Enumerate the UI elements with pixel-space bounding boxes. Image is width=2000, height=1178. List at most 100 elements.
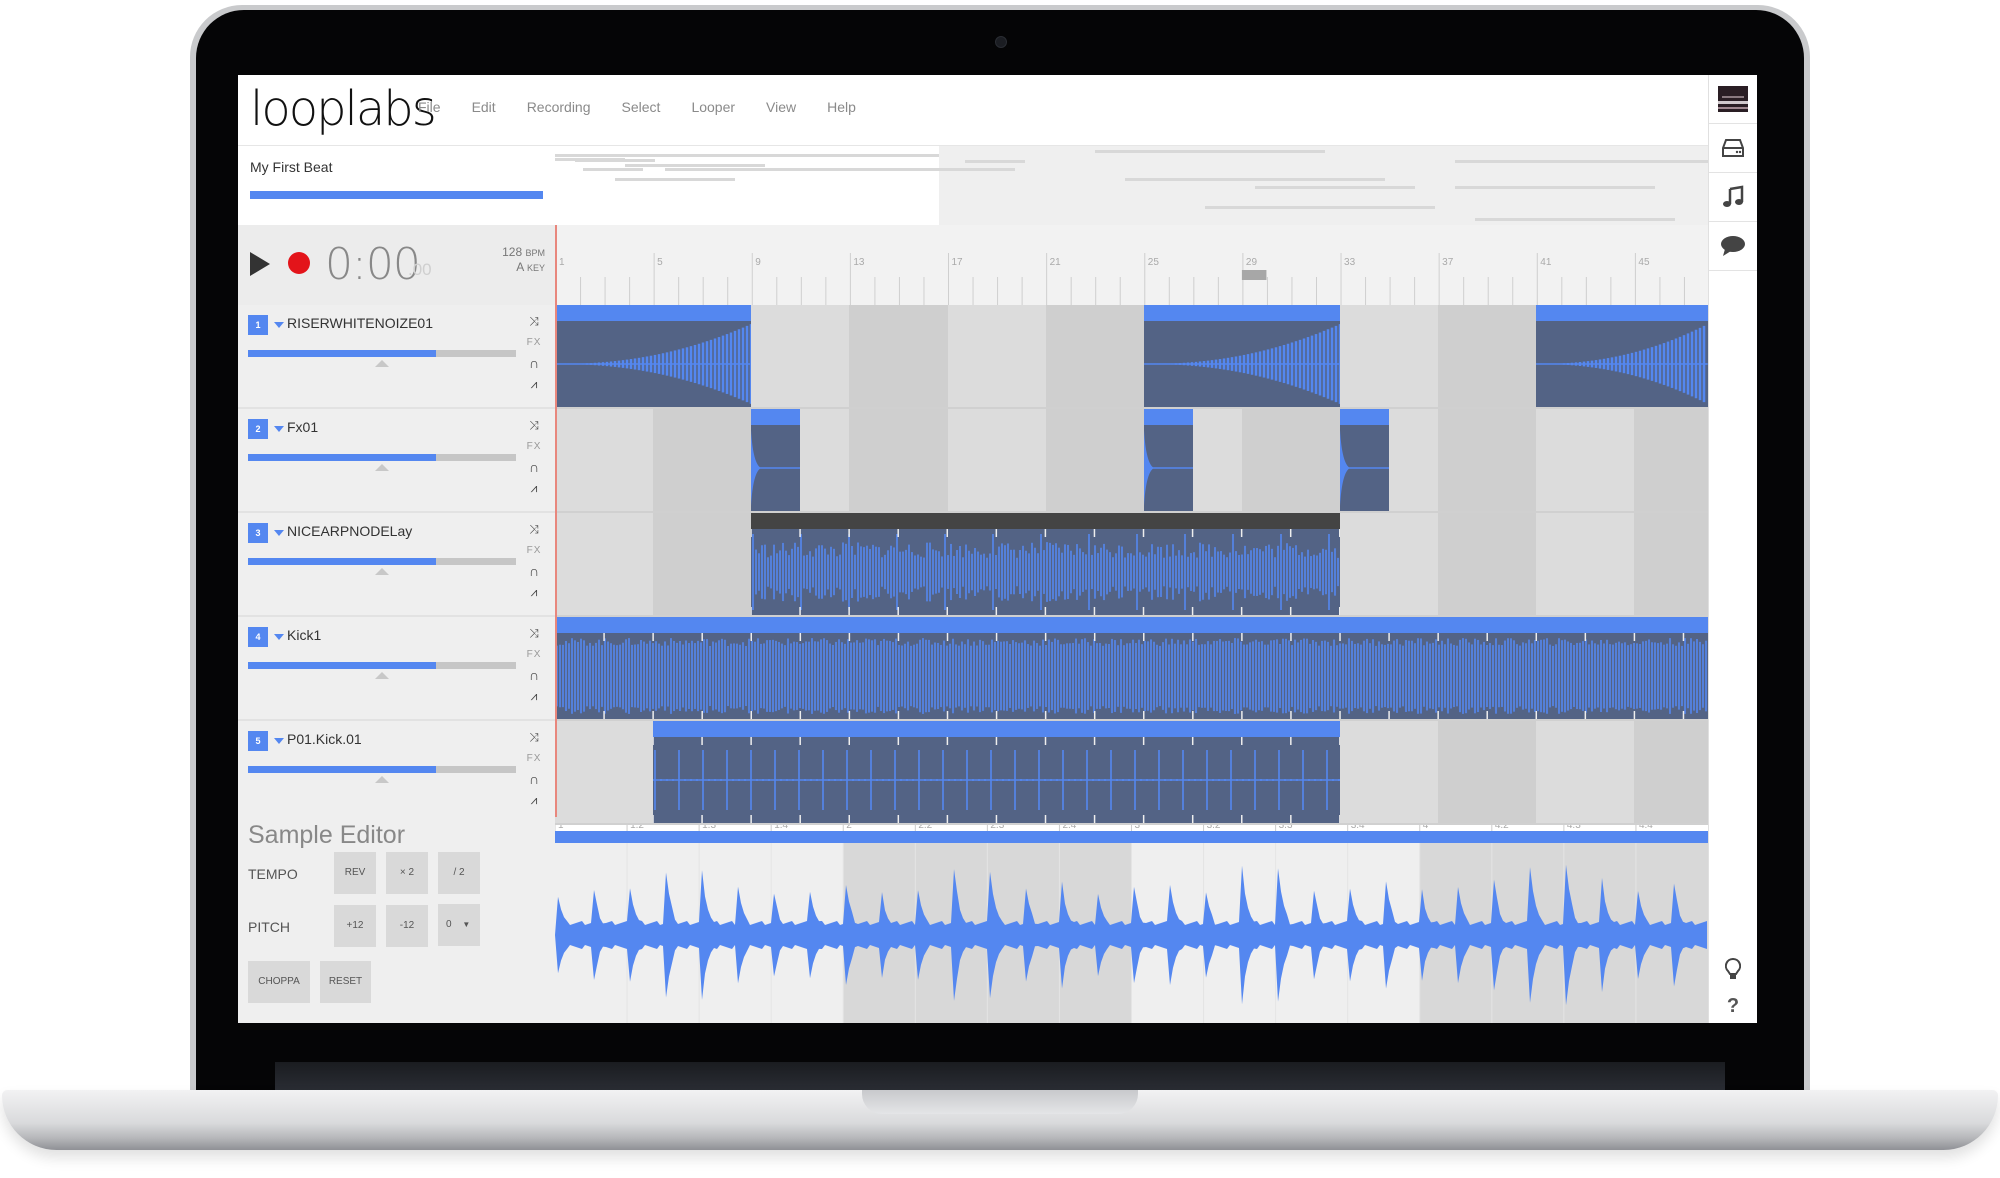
headphones-icon[interactable]: ∩ bbox=[521, 457, 547, 478]
storage-button[interactable] bbox=[1709, 124, 1757, 173]
automation-icon[interactable]: ⩘ bbox=[521, 478, 547, 499]
clip-header[interactable] bbox=[1143, 305, 1341, 321]
help-icon[interactable]: ? bbox=[1709, 995, 1757, 1023]
automation-icon[interactable]: ⩘ bbox=[521, 582, 547, 603]
track-number[interactable]: 3 bbox=[248, 523, 268, 543]
pitch-up-button[interactable]: +12 bbox=[334, 905, 376, 947]
shuffle-icon[interactable]: ⤨ bbox=[521, 727, 547, 748]
clip-header[interactable] bbox=[1143, 409, 1193, 425]
track-lane[interactable] bbox=[555, 513, 1708, 617]
audio-clip[interactable] bbox=[653, 721, 1341, 823]
shuffle-icon[interactable]: ⤨ bbox=[521, 311, 547, 332]
fx-button[interactable]: FX bbox=[521, 332, 547, 353]
audio-clip[interactable] bbox=[1340, 409, 1390, 511]
clip-header[interactable] bbox=[751, 513, 1341, 529]
track-name[interactable]: Fx01 bbox=[287, 419, 318, 435]
timeline-ruler[interactable]: 1 5 9 13 17 21 25 29 33 37 41 45 bbox=[555, 225, 1710, 305]
arrangement-overview[interactable] bbox=[555, 145, 1755, 226]
volume-slider[interactable] bbox=[248, 350, 516, 357]
track-name[interactable]: P01.Kick.01 bbox=[287, 731, 362, 747]
reverse-button[interactable]: REV bbox=[334, 852, 376, 894]
pan-handle[interactable] bbox=[375, 672, 389, 679]
clip-header[interactable] bbox=[1340, 409, 1390, 425]
track-number[interactable]: 2 bbox=[248, 419, 268, 439]
clip-header[interactable] bbox=[555, 617, 1708, 633]
shuffle-icon[interactable]: ⤨ bbox=[521, 415, 547, 436]
clip-header[interactable] bbox=[653, 721, 1341, 737]
shuffle-icon[interactable]: ⤨ bbox=[521, 519, 547, 540]
fx-button[interactable]: FX bbox=[521, 540, 547, 561]
chevron-down-icon[interactable] bbox=[274, 738, 284, 744]
pitch-down-button[interactable]: -12 bbox=[386, 905, 428, 947]
headphones-icon[interactable]: ∩ bbox=[521, 769, 547, 790]
tips-button[interactable] bbox=[1709, 955, 1757, 983]
headphones-icon[interactable]: ∩ bbox=[521, 353, 547, 374]
volume-slider[interactable] bbox=[248, 766, 516, 773]
track-number[interactable]: 5 bbox=[248, 731, 268, 751]
menu-help[interactable]: Help bbox=[827, 99, 856, 115]
volume-fill bbox=[248, 766, 436, 773]
audio-clip[interactable] bbox=[1536, 305, 1708, 407]
headphones-icon[interactable]: ∩ bbox=[521, 665, 547, 686]
chat-button[interactable] bbox=[1709, 222, 1757, 271]
automation-icon[interactable]: ⩘ bbox=[521, 790, 547, 811]
audio-clip[interactable] bbox=[555, 305, 752, 407]
half-tempo-button[interactable]: / 2 bbox=[438, 852, 480, 894]
track-lane[interactable] bbox=[555, 305, 1708, 409]
project-name[interactable]: My First Beat bbox=[250, 159, 332, 175]
track-number[interactable]: 4 bbox=[248, 627, 268, 647]
music-library-button[interactable] bbox=[1709, 173, 1757, 222]
pitch-select[interactable]: 0 ▼ bbox=[438, 904, 480, 946]
audio-clip[interactable] bbox=[1143, 409, 1193, 511]
menu-file[interactable]: File bbox=[418, 99, 441, 115]
track-name[interactable]: NICEARPNODELay bbox=[287, 523, 412, 539]
choppa-button[interactable]: CHOPPA bbox=[248, 961, 310, 1003]
audio-clip[interactable] bbox=[751, 409, 801, 511]
clip-header[interactable] bbox=[555, 305, 752, 321]
chevron-down-icon[interactable] bbox=[274, 530, 284, 536]
menu-select[interactable]: Select bbox=[622, 99, 661, 115]
fx-button[interactable]: FX bbox=[521, 748, 547, 769]
reset-button[interactable]: RESET bbox=[320, 961, 371, 1003]
track-lane[interactable] bbox=[555, 617, 1708, 721]
pan-handle[interactable] bbox=[375, 464, 389, 471]
pan-handle[interactable] bbox=[375, 360, 389, 367]
pan-handle[interactable] bbox=[375, 776, 389, 783]
fx-button[interactable]: FX bbox=[521, 436, 547, 457]
track-lane[interactable] bbox=[555, 409, 1708, 513]
track-name[interactable]: RISERWHITENOIZE01 bbox=[287, 315, 433, 331]
volume-slider[interactable] bbox=[248, 662, 516, 669]
menu-edit[interactable]: Edit bbox=[472, 99, 496, 115]
fx-button[interactable]: FX bbox=[521, 644, 547, 665]
volume-slider[interactable] bbox=[248, 454, 516, 461]
automation-icon[interactable]: ⩘ bbox=[521, 374, 547, 395]
clip-header[interactable] bbox=[751, 409, 801, 425]
play-icon[interactable] bbox=[250, 252, 270, 276]
menu-recording[interactable]: Recording bbox=[527, 99, 591, 115]
menu-looper[interactable]: Looper bbox=[691, 99, 735, 115]
shuffle-icon[interactable]: ⤨ bbox=[521, 623, 547, 644]
track-lane[interactable] bbox=[555, 721, 1708, 825]
track-number[interactable]: 1 bbox=[248, 315, 268, 335]
volume-slider[interactable] bbox=[248, 558, 516, 565]
tempo-key-display[interactable]: 128 BPM A KEY bbox=[502, 245, 545, 275]
record-icon[interactable] bbox=[288, 252, 310, 274]
pan-handle[interactable] bbox=[375, 568, 389, 575]
chevron-down-icon[interactable] bbox=[274, 322, 284, 328]
double-tempo-button[interactable]: × 2 bbox=[386, 852, 428, 894]
headphones-icon[interactable]: ∩ bbox=[521, 561, 547, 582]
menu-view[interactable]: View bbox=[766, 99, 796, 115]
audio-clip[interactable] bbox=[555, 617, 1708, 719]
clip-header[interactable] bbox=[1536, 305, 1708, 321]
project-thumbnail[interactable] bbox=[1709, 75, 1757, 124]
sample-editor-waveform[interactable]: 1 1.2 1.3 1.4 2 2.2 2.3 2.4 3 3.2 3.3 3.4 4 4.2 4.3 4.4 bbox=[555, 817, 1708, 1023]
track-name[interactable]: Kick1 bbox=[287, 627, 321, 643]
clip-waveform bbox=[653, 737, 1341, 823]
audio-clip[interactable] bbox=[1143, 305, 1341, 407]
looplabs-logo[interactable]: looplabs bbox=[250, 81, 437, 137]
chevron-down-icon[interactable] bbox=[274, 426, 284, 432]
playhead[interactable] bbox=[555, 225, 557, 817]
automation-icon[interactable]: ⩘ bbox=[521, 686, 547, 707]
chevron-down-icon[interactable] bbox=[274, 634, 284, 640]
audio-clip[interactable] bbox=[751, 513, 1341, 615]
